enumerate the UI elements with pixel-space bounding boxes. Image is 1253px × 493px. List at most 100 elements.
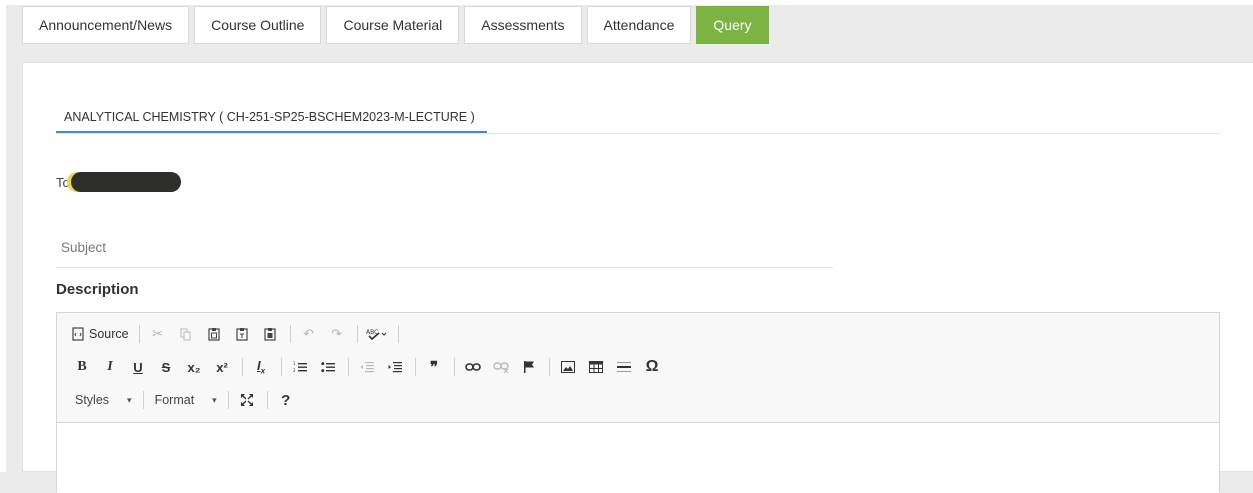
recipient-row: To: xyxy=(56,171,182,193)
styles-dropdown[interactable]: Styles ▾ xyxy=(69,389,138,411)
format-dropdown[interactable]: Format ▾ xyxy=(149,389,223,411)
subscript-button[interactable]: x₂ xyxy=(181,356,207,378)
horizontal-line-icon xyxy=(617,362,631,372)
toolbar-separator xyxy=(227,391,229,409)
paste-button[interactable] xyxy=(201,323,227,345)
chevron-down-icon: ▾ xyxy=(212,394,217,405)
spellcheck-icon: ABC xyxy=(366,329,386,341)
tab-query[interactable]: Query xyxy=(696,6,769,44)
bulleted-list-icon xyxy=(321,362,335,373)
blockquote-button[interactable]: ❞ xyxy=(421,356,447,378)
superscript-icon: x² xyxy=(216,359,228,375)
bold-button[interactable]: B xyxy=(69,356,95,378)
source-icon xyxy=(72,327,84,341)
toolbar-separator xyxy=(348,358,349,376)
italic-icon: I xyxy=(107,359,113,374)
italic-button[interactable]: I xyxy=(97,356,123,378)
undo-icon: ↶ xyxy=(303,326,315,341)
cut-button[interactable]: ✂ xyxy=(145,323,171,345)
redo-icon: ↷ xyxy=(331,326,343,341)
toolbar-separator xyxy=(549,358,550,376)
tab-course-material[interactable]: Course Material xyxy=(326,6,460,44)
styles-label: Styles xyxy=(75,393,110,407)
toolbar-row-1: Source ✂ ↶ ↷ ABC xyxy=(69,322,404,346)
tab-assessments[interactable]: Assessments xyxy=(464,6,582,44)
description-label: Description xyxy=(56,281,139,298)
copy-button[interactable] xyxy=(173,323,199,345)
numbered-list-icon: 12 xyxy=(293,361,307,373)
underline-button[interactable]: U xyxy=(125,356,151,378)
top-border xyxy=(0,0,1253,5)
toolbar-separator xyxy=(356,325,358,343)
paste-text-icon xyxy=(236,328,248,341)
query-card: ANALYTICAL CHEMISTRY ( CH-251-SP25-BSCHE… xyxy=(22,62,1253,493)
strikethrough-button[interactable]: S xyxy=(153,356,179,378)
tab-course-outline[interactable]: Course Outline xyxy=(194,6,322,44)
rich-text-editor: Source ✂ ↶ ↷ ABC B I U S x₂ x² Ix 1 2 ❞ … xyxy=(56,312,1220,493)
editor-toolbar: Source ✂ ↶ ↷ ABC B I U S x₂ x² Ix 1 2 ❞ … xyxy=(57,313,1219,423)
indent-icon xyxy=(388,362,402,373)
source-label: Source xyxy=(89,327,129,341)
help-button[interactable]: ? xyxy=(273,389,299,411)
link-icon xyxy=(465,363,481,371)
redacted-recipient xyxy=(71,172,182,192)
indent-button[interactable] xyxy=(382,356,408,378)
toolbar-separator xyxy=(142,391,144,409)
spellcheck-button[interactable]: ABC xyxy=(363,323,391,345)
subject-placeholder: Subject xyxy=(61,240,107,255)
toolbar-separator xyxy=(281,358,282,376)
toolbar-separator xyxy=(242,358,243,376)
tab-attendance[interactable]: Attendance xyxy=(586,6,692,44)
toolbar-separator xyxy=(289,325,291,343)
toolbar-row-2: B I U S x₂ x² Ix 12 ❞ Ω xyxy=(69,355,667,379)
course-subtab[interactable]: ANALYTICAL CHEMISTRY ( CH-251-SP25-BSCHE… xyxy=(56,103,487,133)
maximize-button[interactable] xyxy=(234,389,260,411)
toolbar-row-3: Styles ▾ Format ▾ ? xyxy=(69,388,301,412)
maximize-icon xyxy=(240,394,253,406)
outdent-button[interactable] xyxy=(354,356,380,378)
paste-text-button[interactable] xyxy=(229,323,255,345)
remove-format-icon: Ix xyxy=(256,358,266,376)
tab-announcement-news[interactable]: Announcement/News xyxy=(22,6,190,44)
editor-content-area[interactable] xyxy=(57,423,1219,493)
underline-icon: U xyxy=(133,359,143,375)
anchor-flag-icon xyxy=(524,361,534,373)
unlink-button[interactable] xyxy=(488,356,514,378)
cut-icon: ✂ xyxy=(152,326,164,341)
svg-text:1: 1 xyxy=(293,361,296,366)
course-tabs: Announcement/News Course Outline Course … xyxy=(22,6,774,46)
course-subtab-row: ANALYTICAL CHEMISTRY ( CH-251-SP25-BSCHE… xyxy=(56,103,1221,134)
numbered-list-button[interactable]: 12 xyxy=(287,356,313,378)
omega-icon: Ω xyxy=(645,358,659,375)
toolbar-separator xyxy=(266,391,268,409)
redo-button[interactable]: ↷ xyxy=(324,323,350,345)
bold-icon: B xyxy=(77,359,87,374)
link-button[interactable] xyxy=(460,356,486,378)
format-label: Format xyxy=(154,393,195,407)
remove-format-button[interactable]: Ix xyxy=(248,356,274,378)
source-button[interactable]: Source xyxy=(69,323,132,345)
bulleted-list-button[interactable] xyxy=(315,356,341,378)
undo-button[interactable]: ↶ xyxy=(296,323,322,345)
horizontal-line-button[interactable] xyxy=(611,356,637,378)
table-icon xyxy=(589,361,603,373)
subject-input[interactable]: Subject xyxy=(56,228,833,268)
anchor-button[interactable] xyxy=(516,356,542,378)
blockquote-icon: ❞ xyxy=(429,359,439,376)
unlink-icon xyxy=(493,362,509,373)
outdent-icon xyxy=(360,362,374,373)
image-button[interactable] xyxy=(555,356,581,378)
paste-word-icon xyxy=(264,328,276,341)
paste-word-button[interactable] xyxy=(257,323,283,345)
subscript-icon: x₂ xyxy=(187,359,201,375)
toolbar-separator xyxy=(415,358,416,376)
svg-text:2: 2 xyxy=(293,368,296,373)
image-icon xyxy=(561,361,575,373)
superscript-button[interactable]: x² xyxy=(209,356,235,378)
special-char-button[interactable]: Ω xyxy=(639,356,665,378)
table-button[interactable] xyxy=(583,356,609,378)
toolbar-separator xyxy=(138,325,140,343)
copy-icon xyxy=(180,328,191,340)
paste-icon xyxy=(208,328,220,341)
chevron-down-icon: ▾ xyxy=(127,394,132,405)
